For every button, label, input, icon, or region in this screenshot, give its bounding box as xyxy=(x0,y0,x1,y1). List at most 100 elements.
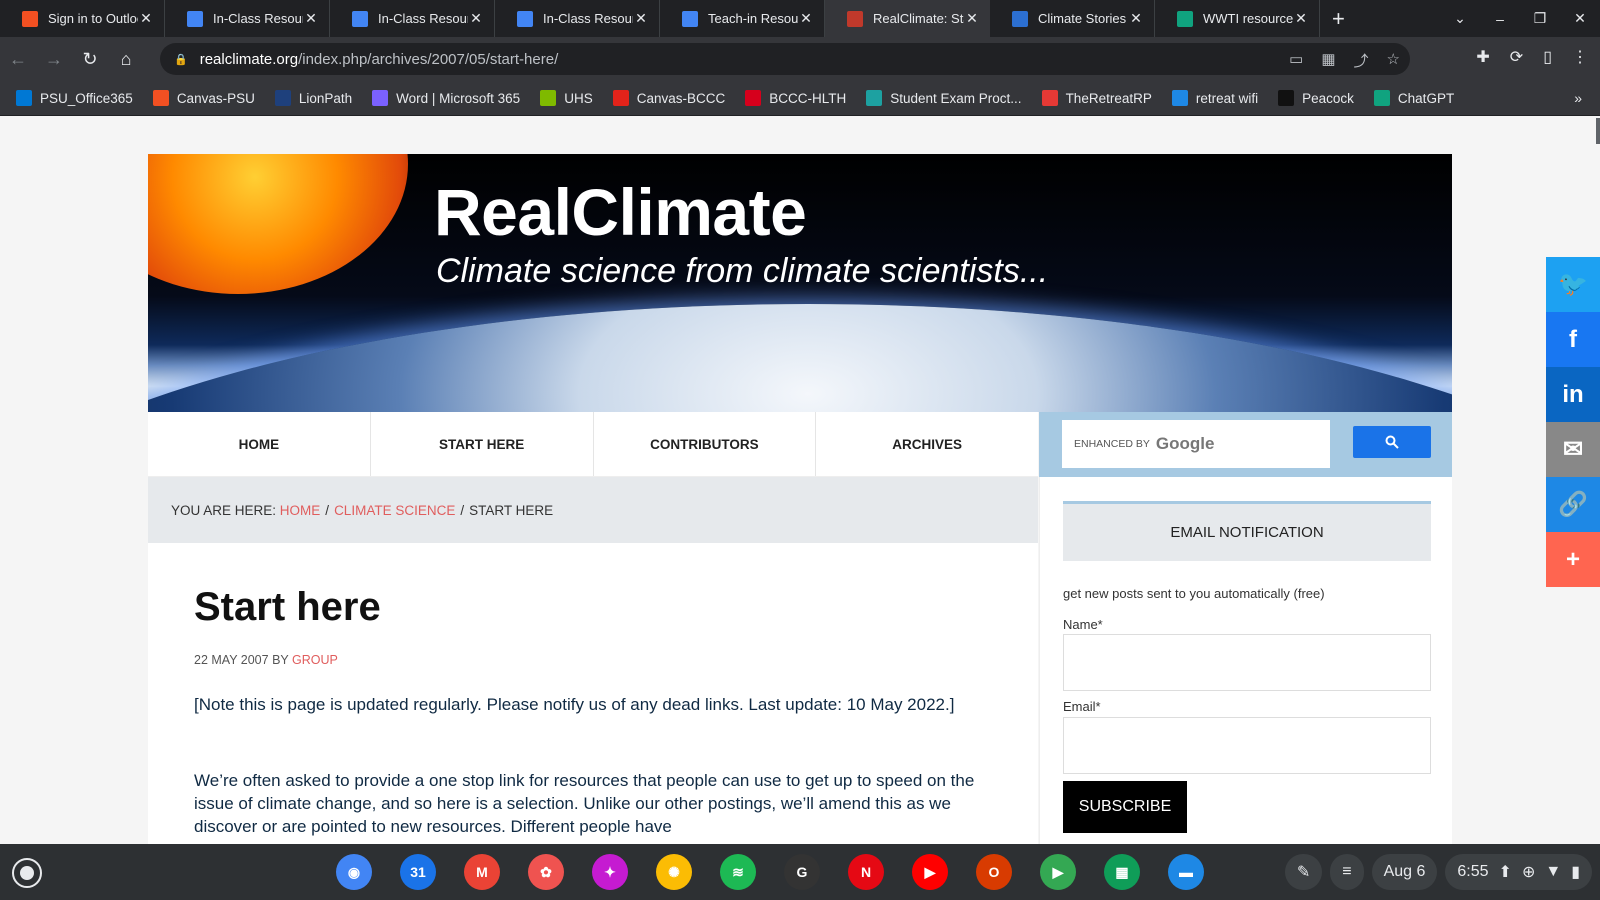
office-icon[interactable]: O xyxy=(976,854,1012,890)
cast-icon[interactable]: ▭ xyxy=(1289,50,1303,71)
lock-icon[interactable]: 🔒 xyxy=(174,53,188,66)
browser-tab[interactable]: RealClimate: Start here✕ xyxy=(825,0,990,37)
restore-icon[interactable]: ❐ xyxy=(1520,10,1560,27)
address-bar[interactable]: 🔒 realclimate.org/index.php/archives/200… xyxy=(160,43,1410,75)
subscribe-button[interactable]: SUBSCRIBE xyxy=(1063,781,1187,833)
spotify-icon[interactable]: ≋ xyxy=(720,854,756,890)
date-pill[interactable]: Aug 6 xyxy=(1371,854,1438,890)
bookmark-item[interactable]: retreat wifi xyxy=(1171,90,1258,106)
sync-icon[interactable]: ⟳ xyxy=(1510,47,1523,67)
bookmark-item[interactable]: Peacock xyxy=(1278,90,1354,106)
share-facebook-button[interactable]: f xyxy=(1546,312,1600,367)
close-tab-icon[interactable]: ✕ xyxy=(633,10,649,27)
browser-tab[interactable]: Sign in to Outlook✕ xyxy=(0,0,165,37)
home-icon[interactable]: ⌂ xyxy=(108,49,144,70)
browser-tab[interactable]: In-Class Resources✕ xyxy=(165,0,330,37)
share-linkedin-button[interactable]: in xyxy=(1546,367,1600,422)
bookmark-item[interactable]: LionPath xyxy=(274,90,352,106)
close-tab-icon[interactable]: ✕ xyxy=(468,10,484,27)
nav-home[interactable]: HOME xyxy=(148,412,371,476)
chrome-icon[interactable]: ◉ xyxy=(336,854,372,890)
search-enhanced-label: ENHANCED BY xyxy=(1074,438,1150,450)
files-icon[interactable]: ▬ xyxy=(1168,854,1204,890)
share-link-button[interactable]: 🔗 xyxy=(1546,477,1600,532)
close-tab-icon[interactable]: ✕ xyxy=(303,10,319,27)
sheets-icon[interactable]: ▦ xyxy=(1104,854,1140,890)
browser-tab[interactable]: Climate Stories ✕ xyxy=(990,0,1155,37)
peacock-icon xyxy=(1278,90,1295,106)
bookmarks-overflow-icon[interactable]: » xyxy=(1574,90,1582,106)
breadcrumb-category[interactable]: CLIMATE SCIENCE xyxy=(334,503,455,518)
stylus-button[interactable]: ✎ xyxy=(1284,854,1323,890)
youtube-icon[interactable]: ▶ xyxy=(912,854,948,890)
scrollbar-thumb[interactable] xyxy=(1596,118,1600,144)
netflix-icon[interactable]: N xyxy=(848,854,884,890)
browser-tab[interactable]: Teach-in Resources✕ xyxy=(660,0,825,37)
extensions-icon[interactable]: ✚ xyxy=(1476,47,1489,67)
launcher-button[interactable] xyxy=(12,858,42,888)
post-by: BY xyxy=(272,653,289,667)
close-tab-icon[interactable]: ✕ xyxy=(1293,10,1309,27)
close-tab-icon[interactable]: ✕ xyxy=(964,10,980,27)
email-field[interactable] xyxy=(1063,717,1431,774)
share-icon[interactable]: ⤴ xyxy=(1354,50,1369,71)
gallery-icon[interactable]: ✦ xyxy=(592,854,628,890)
breadcrumb-home[interactable]: HOME xyxy=(280,503,321,518)
paint-icon[interactable]: ✿ xyxy=(528,854,564,890)
bookmark-item[interactable]: Canvas-BCCC xyxy=(612,90,725,106)
bookmark-star-icon[interactable]: ☆ xyxy=(1387,50,1400,71)
close-window-icon[interactable]: ✕ xyxy=(1560,10,1600,27)
nav-contributors[interactable]: CONTRIBUTORS xyxy=(594,412,817,476)
share-twitter-button[interactable]: 🐦 xyxy=(1546,257,1600,312)
search-input[interactable]: ENHANCED BY Google xyxy=(1062,420,1330,468)
web-page: RealClimate Climate science from climate… xyxy=(0,116,1600,844)
tote-button[interactable]: ≡ xyxy=(1330,854,1364,890)
status-area[interactable]: 6:55 ⬆ ⊕ ▼ ▮ xyxy=(1445,854,1592,890)
chatgpt-icon xyxy=(1373,90,1390,106)
bookmark-item[interactable]: Word | Microsoft 365 xyxy=(372,90,520,106)
gmail-icon[interactable]: M xyxy=(464,854,500,890)
minimize-icon[interactable]: – xyxy=(1480,11,1520,27)
bookmark-item[interactable]: TheRetreatRP xyxy=(1041,90,1152,106)
tab-search-icon[interactable]: ⌄ xyxy=(1440,10,1480,27)
name-field[interactable] xyxy=(1063,634,1431,691)
back-icon[interactable]: ← xyxy=(0,49,36,70)
new-tab-button[interactable]: + xyxy=(1332,6,1345,32)
upload-icon: ⬆ xyxy=(1498,864,1512,881)
bookmark-item[interactable]: PSU_Office365 xyxy=(16,90,133,106)
share-plus-button[interactable]: + xyxy=(1546,532,1600,587)
article-paragraph: [Note this is page is updated regularly.… xyxy=(194,695,955,714)
close-tab-icon[interactable]: ✕ xyxy=(798,10,814,27)
post-author[interactable]: GROUP xyxy=(292,653,338,667)
grammarly-icon[interactable]: G xyxy=(784,854,820,890)
search-button[interactable] xyxy=(1353,426,1431,458)
reload-icon[interactable]: ↻ xyxy=(72,49,108,70)
breadcrumb: YOU ARE HERE: HOME / CLIMATE SCIENCE / START… xyxy=(148,477,1038,543)
share-email-button[interactable]: ✉ xyxy=(1546,422,1600,477)
site-title[interactable]: RealClimate xyxy=(434,174,807,250)
close-tab-icon[interactable]: ✕ xyxy=(138,10,154,27)
browser-tab[interactable]: In-Class Resources✕ xyxy=(495,0,660,37)
bookmark-item[interactable]: Canvas-PSU xyxy=(152,90,255,106)
bookmark-item[interactable]: ChatGPT xyxy=(1373,90,1454,106)
browser-tab[interactable]: WWTI resources ✕ xyxy=(1155,0,1320,37)
close-tab-icon[interactable]: ✕ xyxy=(1128,10,1144,27)
nav-archives[interactable]: ARCHIVES xyxy=(816,412,1038,476)
nav-start-here[interactable]: START HERE xyxy=(371,412,594,476)
play-store-icon[interactable]: ▶ xyxy=(1040,854,1076,890)
toolbar-extensions: ✚ ⟳ ▯ ⋮ xyxy=(1476,47,1588,67)
browser-tab[interactable]: In-Class Resources✕ xyxy=(330,0,495,37)
forward-icon[interactable]: → xyxy=(36,49,72,70)
bookmark-item[interactable]: BCCC-HLTH xyxy=(745,90,846,106)
bookmark-item[interactable]: Student Exam Proct... xyxy=(866,90,1022,106)
menu-icon[interactable]: ⋮ xyxy=(1572,47,1588,67)
calendar-icon[interactable]: 31 xyxy=(400,854,436,890)
side-panel-icon[interactable]: ▯ xyxy=(1543,47,1552,67)
bookmark-item[interactable]: UHS xyxy=(540,90,593,106)
main-nav: HOME START HERE CONTRIBUTORS ARCHIVES xyxy=(148,412,1038,477)
qr-icon[interactable]: ▦ xyxy=(1321,50,1335,71)
linkedin-icon: in xyxy=(1562,380,1584,408)
bookmark-label: BCCC-HLTH xyxy=(769,90,847,106)
photos-icon[interactable]: ✺ xyxy=(656,854,692,890)
os-shelf: ◉ 31 M ✿ ✦ ✺ ≋ G N ▶ O ▶ ▦ ▬ ✎ ≡ Aug 6 6:55 ⬆ ⊕ ▼ ▮ xyxy=(0,844,1600,900)
